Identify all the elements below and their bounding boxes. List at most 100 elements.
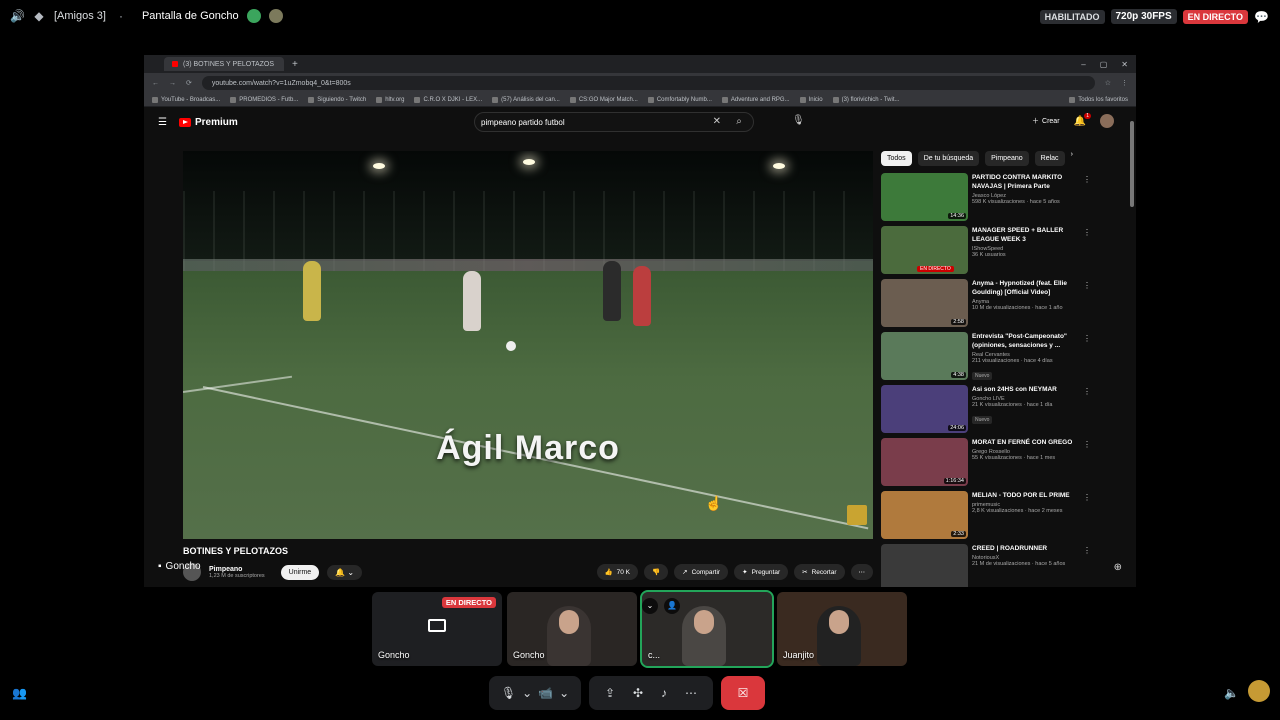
more-vert-icon[interactable]: ⋮ [1083,334,1091,343]
chevron-right-icon[interactable]: › [1071,151,1073,166]
video-thumbnail[interactable]: 24:06 [881,385,968,433]
share-screen-icon[interactable]: ⇪ [605,686,615,700]
reload-icon[interactable]: ⟳ [186,79,192,87]
search-icon[interactable]: ⌕ [725,113,753,131]
more-vert-icon[interactable]: ⋮ [1083,440,1091,449]
subscription-bell-button[interactable]: 🔔 ⌄ [327,564,363,580]
participant-tile[interactable]: Goncho [507,592,637,666]
recommendation-item[interactable]: 4:38 Entrevista "Post-Campeonato" (opinio… [881,332,1101,385]
join-button[interactable]: Unirme [280,564,320,580]
ask-button[interactable]: ✦ Preguntar [734,564,789,580]
bookmark-item[interactable]: Inicio [799,96,823,103]
leave-call-button[interactable]: ☒ [721,676,765,710]
video-title[interactable]: MORAT EN FERNÉ CON GREGO [972,438,1082,447]
volume-icon[interactable]: 🔈 [1224,686,1239,700]
more-actions-button[interactable]: ⋯ [850,564,873,580]
maximize-icon[interactable]: ▢ [1100,60,1108,69]
minimize-icon[interactable]: – [1081,60,1085,69]
bookmark-item[interactable]: (57) Análisis del can... [492,96,560,103]
chip-search[interactable]: De tu búsqueda [917,151,980,166]
user-icon[interactable]: 👤 [664,598,680,614]
menu-icon[interactable]: ☰ [158,117,167,128]
forward-icon[interactable]: → [169,80,176,87]
url-field[interactable]: youtube.com/watch?v=1uZmobq4_0&t=800s [201,76,1095,90]
soundboard-icon[interactable]: ♪ [661,686,667,700]
more-vert-icon[interactable]: ⋮ [1083,387,1091,396]
chevron-down-icon[interactable]: ⌄ [522,686,532,700]
bookmark-item[interactable]: Adventure and RPG... [721,96,790,103]
chevron-down-icon[interactable]: ⌄ [559,686,569,700]
activities-icon[interactable]: ✣ [633,686,643,700]
more-vert-icon[interactable]: ⋮ [1083,493,1091,502]
bookmark-item[interactable]: Siguiendo - Twitch [308,96,366,103]
youtube-logo[interactable]: Premium [178,117,238,128]
recommendation-item[interactable]: 24:06 Asi son 24HS con NEYMAR Goncho LIVE 2… [881,385,1101,438]
more-icon[interactable]: ⋯ [685,686,697,700]
video-thumbnail[interactable]: 2:33 [881,491,968,539]
clip-button[interactable]: ✂ Recortar [794,564,845,580]
close-icon[interactable]: ✕ [1121,60,1128,69]
channel-name[interactable]: Pimpeano [209,566,265,573]
bookmark-item[interactable]: hltv.org [376,96,404,103]
avatar[interactable] [1248,680,1270,702]
mic-control[interactable]: 🎙 ⌄ 📹 ⌄ [489,676,581,710]
participant-tile[interactable]: EN DIRECTO Goncho [372,592,502,666]
video-player[interactable]: Ágil Marco ☝ [183,151,873,539]
search-input[interactable]: pimpeano partido futbol ✕ ⌕ [474,112,754,132]
clear-search-icon[interactable]: ✕ [713,116,721,127]
video-title[interactable]: Anyma - Hypnotized (feat. Ellie Goulding… [972,279,1082,297]
back-icon[interactable]: ← [152,80,159,87]
video-thumbnail[interactable]: 2:58 [881,279,968,327]
bookmark-item[interactable]: YouTube - Broadcas... [152,96,220,103]
microphone-icon[interactable]: 🎙 [792,115,805,126]
like-button[interactable]: 👍 70 K [596,564,639,580]
share-button[interactable]: ↗ Compartir [674,564,729,580]
all-favorites[interactable]: Todos los favoritos [1069,96,1128,103]
browser-tab[interactable]: (3) BOTINES Y PELOTAZOS [164,57,284,71]
video-title[interactable]: Entrevista "Post-Campeonato" (opiniones,… [972,332,1082,350]
zoom-icon[interactable]: ⊕ [1114,562,1122,573]
speaker-icon[interactable]: 🔊 [10,9,25,23]
add-user-icon[interactable]: 👥 [12,686,27,700]
bookmark-item[interactable]: C.R.O X DJKI - LEX... [414,96,482,103]
create-button[interactable]: ＋ Crear [1032,116,1060,126]
scrollbar[interactable] [1130,121,1134,207]
more-vert-icon[interactable]: ⋮ [1083,175,1091,184]
video-title[interactable]: PARTIDO CONTRA MARKITO NAVAJAS | Primera… [972,173,1082,191]
chat-icon[interactable]: 💬 [1254,10,1269,24]
recommendation-item[interactable]: EN DIRECTO MANAGER SPEED + BALLER LEAGUE … [881,226,1101,279]
more-vert-icon[interactable]: ⋮ [1083,281,1091,290]
video-thumbnail[interactable]: 1:16:34 [881,438,968,486]
chip-todos[interactable]: Todos [881,151,912,166]
video-title[interactable]: Asi son 24HS con NEYMAR [972,385,1082,394]
more-vert-icon[interactable]: ⋮ [1083,228,1091,237]
extensions-icon[interactable]: ⋮ [1121,79,1128,87]
avatar[interactable] [1100,114,1114,128]
participant-tile[interactable]: Juanjito [777,592,907,666]
new-tab-icon[interactable]: + [292,59,298,70]
recommendation-item[interactable]: 14:36 PARTIDO CONTRA MARKITO NAVAJAS | Pr… [881,173,1101,226]
recommendation-item[interactable]: 2:58 Anyma - Hypnotized (feat. Ellie Goul… [881,279,1101,332]
participant-tile[interactable]: ⌄ 👤 c... [640,590,774,668]
video-thumbnail[interactable]: EN DIRECTO [881,226,968,274]
bookmark-item[interactable]: CS:GO Major Match... [569,96,638,103]
video-thumbnail[interactable]: 4:38 [881,332,968,380]
dislike-button[interactable]: 👎 [644,564,669,580]
camera-icon[interactable]: 📹 [538,686,553,700]
chip-pimpeano[interactable]: Pimpeano [985,151,1029,166]
bookmark-item[interactable]: (3) florivichich - Twit... [832,96,900,103]
chevron-down-icon[interactable]: ⌄ [642,598,658,614]
microphone-icon[interactable]: 🎙 [501,686,516,700]
star-icon[interactable]: ☆ [1105,79,1111,87]
video-title[interactable]: MANAGER SPEED + BALLER LEAGUE WEEK 3 [972,226,1082,244]
more-vert-icon[interactable]: ⋮ [1083,546,1091,555]
video-title[interactable]: MELIAN - TODO POR EL PRIME [972,491,1082,500]
recommendation-item[interactable]: 2:33 MELIAN - TODO POR EL PRIME primemusic… [881,491,1101,544]
chip-related[interactable]: Relac [1034,151,1065,166]
recommendation-item[interactable]: CREED | ROADRUNNER NotoriousX 21 M de visu… [881,544,1101,587]
bookmark-item[interactable]: PROMEDIOS - Futb... [230,96,298,103]
video-thumbnail[interactable] [881,544,968,587]
video-title[interactable]: CREED | ROADRUNNER [972,544,1082,553]
notifications-icon[interactable]: 🔔 1 [1074,112,1091,127]
video-thumbnail[interactable]: 14:36 [881,173,968,221]
